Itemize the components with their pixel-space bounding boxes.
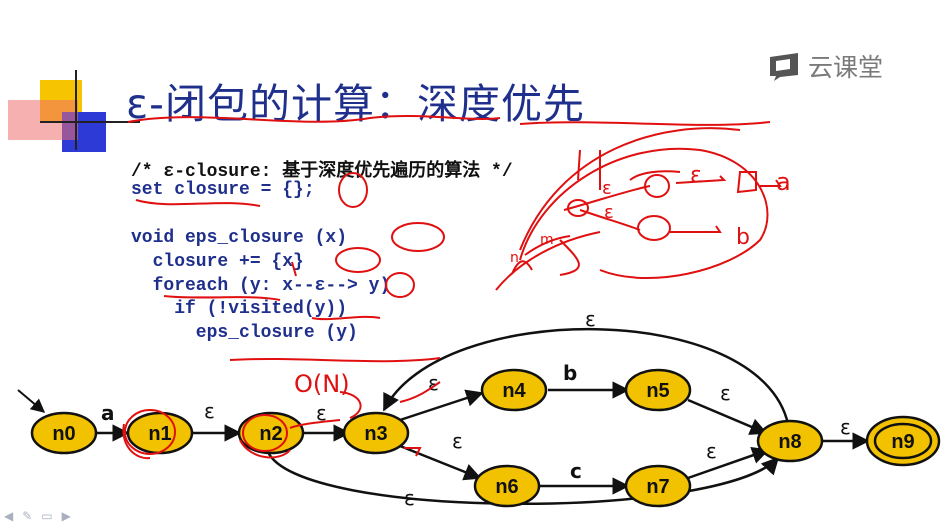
sketch-label: ε — [690, 163, 702, 188]
pen-icon[interactable]: ✎ — [22, 509, 32, 523]
arrow-right-icon[interactable]: ▶ — [62, 509, 71, 523]
sketch-label: ε — [604, 202, 614, 223]
handwritten-complexity: O(N) — [294, 370, 350, 398]
sketch-label: ε — [602, 178, 612, 199]
sketch-label: a — [776, 168, 791, 196]
sketch-label: m — [540, 232, 554, 248]
handwriting-layer: O(N) ε a ε ε b n m — [122, 115, 791, 460]
arrow-left-icon[interactable]: ◀ — [4, 509, 13, 523]
sketch-label: b — [736, 225, 750, 250]
sketch-label: n — [510, 250, 519, 266]
menu-icon[interactable]: ▭ — [41, 509, 52, 523]
slide-nav[interactable]: ◀ ✎ ▭ ▶ — [4, 509, 71, 523]
